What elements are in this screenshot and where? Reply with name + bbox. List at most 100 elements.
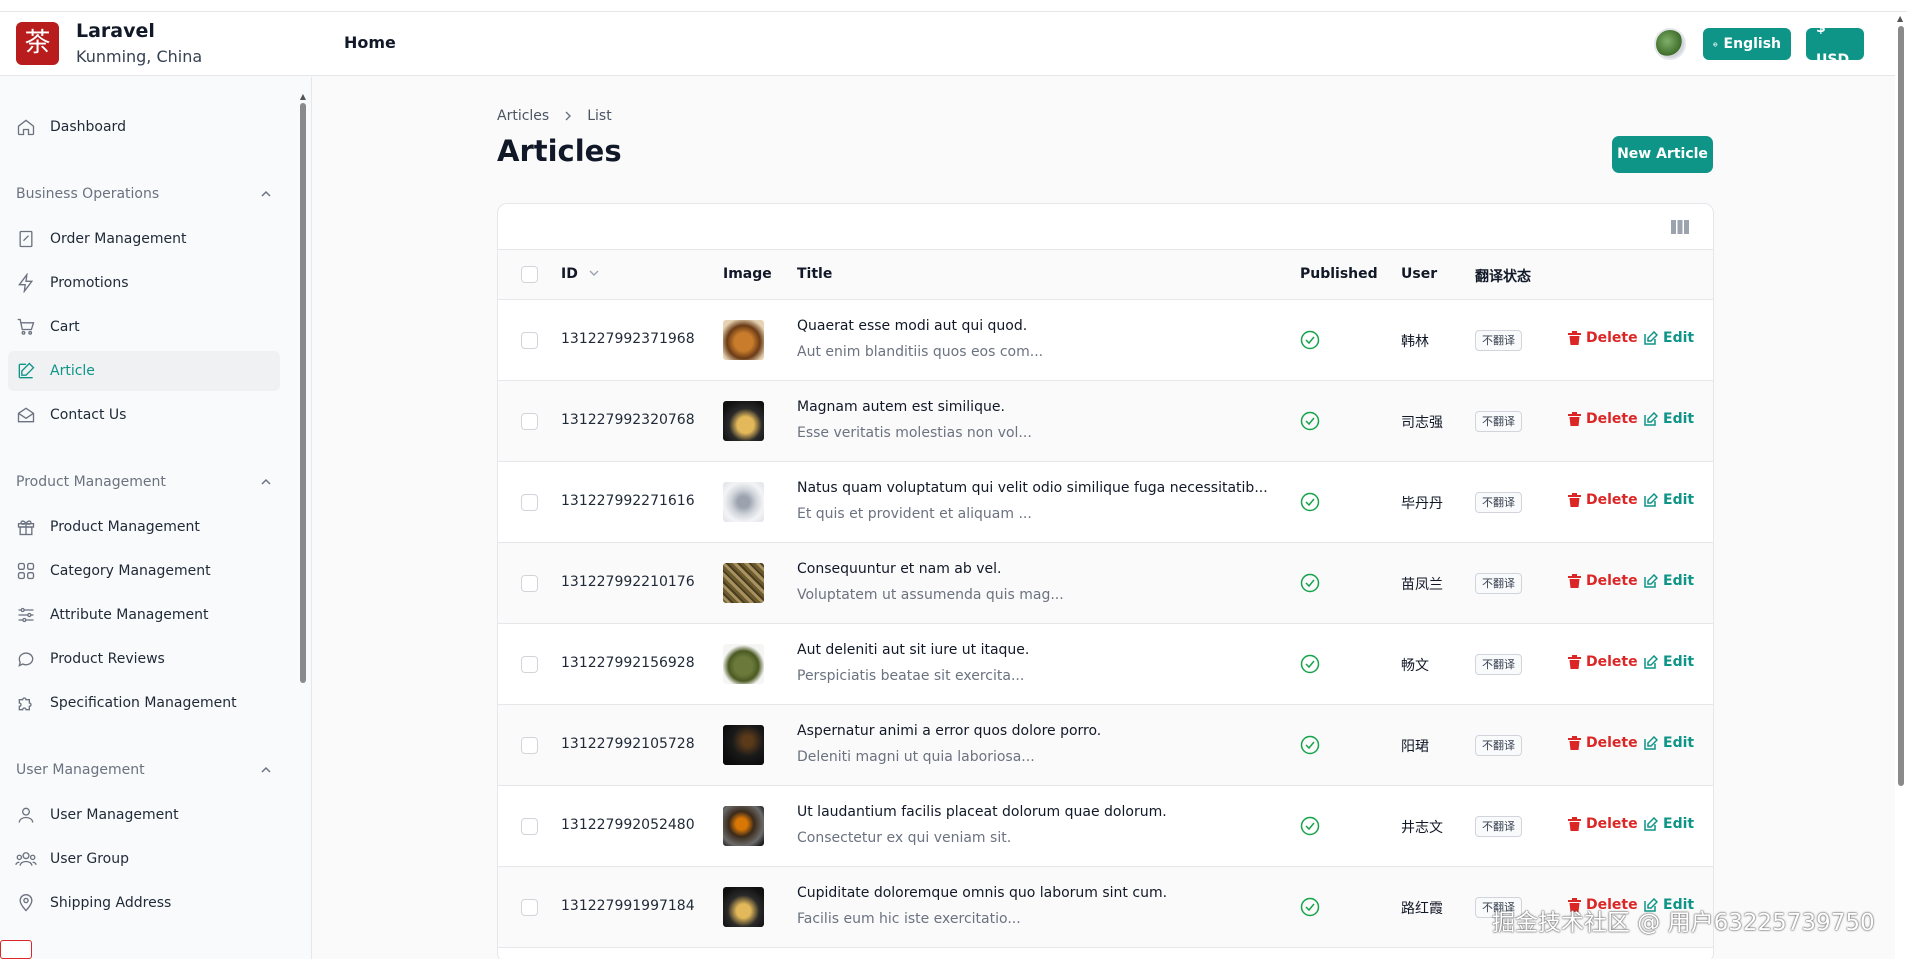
table-row[interactable]: 131227992052480 Ut laudantium facilis pl… xyxy=(498,786,1713,867)
edit-button[interactable]: Edit xyxy=(1644,816,1694,832)
edit-button[interactable]: Edit xyxy=(1644,573,1694,589)
cell-id: 131227992156928 xyxy=(561,655,695,671)
col-id[interactable]: ID xyxy=(561,266,599,282)
breadcrumb-articles[interactable]: Articles xyxy=(497,108,549,124)
edit-button[interactable]: Edit xyxy=(1644,330,1694,346)
sidebar-item-user-group[interactable]: User Group xyxy=(8,839,280,879)
table-row[interactable]: 131227992320768 Magnam autem est similiq… xyxy=(498,381,1713,462)
table-row[interactable]: 131227992105728 Aspernatur animi a error… xyxy=(498,705,1713,786)
cell-title: Quaerat esse modi aut qui quod. xyxy=(797,318,1028,334)
currency-button[interactable]: $ USD xyxy=(1806,20,1864,68)
chevron-up-icon xyxy=(261,190,271,197)
nav-home-link[interactable]: Home xyxy=(344,33,396,52)
sidebar-item-label: Cart xyxy=(50,319,80,335)
row-checkbox[interactable] xyxy=(521,899,538,916)
sidebar-section-business[interactable]: Business Operations xyxy=(16,186,272,202)
delete-button[interactable]: Delete xyxy=(1568,411,1638,427)
sidebar-item-cart[interactable]: Cart xyxy=(8,307,280,347)
sidebar-item-attribute-management[interactable]: Attribute Management xyxy=(8,595,280,635)
row-checkbox[interactable] xyxy=(521,332,538,349)
brand-name[interactable]: Laravel xyxy=(76,20,155,42)
sidebar-section-product[interactable]: Product Management xyxy=(16,474,272,490)
edit-button[interactable]: Edit xyxy=(1644,654,1694,670)
sidebar-scrollbar[interactable]: ▲ xyxy=(298,93,308,959)
table-toolbar xyxy=(498,204,1713,250)
scroll-up-arrow-icon[interactable]: ▲ xyxy=(298,93,308,101)
cell-excerpt: Consectetur ex qui veniam sit. xyxy=(797,830,1012,846)
translation-badge: 不翻译 xyxy=(1475,654,1522,675)
table-row[interactable]: 131227992210176 Consequuntur et nam ab v… xyxy=(498,543,1713,624)
sidebar-item-category-management[interactable]: Category Management xyxy=(8,551,280,591)
breadcrumb: Articles List xyxy=(497,108,612,124)
breadcrumb-list: List xyxy=(587,108,612,124)
delete-button[interactable]: Delete xyxy=(1568,573,1638,589)
delete-button[interactable]: Delete xyxy=(1568,816,1638,832)
row-checkbox[interactable] xyxy=(521,413,538,430)
delete-label: Delete xyxy=(1586,735,1638,751)
edit-label: Edit xyxy=(1663,573,1695,589)
table-row[interactable]: 131227992156928 Aut deleniti aut sit iur… xyxy=(498,624,1713,705)
sidebar-item-label: Category Management xyxy=(50,563,211,579)
article-thumbnail xyxy=(723,320,764,360)
sidebar: Dashboard Business Operations Order Mana… xyxy=(0,77,312,959)
cell-user: 阳珺 xyxy=(1401,739,1429,755)
sidebar-item-specification-management[interactable]: Specification Management xyxy=(8,683,280,723)
sidebar-item-label: User Management xyxy=(50,807,179,823)
scroll-up-arrow-icon[interactable]: ▲ xyxy=(1897,14,1903,23)
delete-button[interactable]: Delete xyxy=(1568,330,1638,346)
delete-button[interactable]: Delete xyxy=(1568,735,1638,751)
cell-user: 苗凤兰 xyxy=(1401,577,1443,593)
page-scrollbar[interactable]: ▲ xyxy=(1895,12,1907,959)
top-header: 茶 Laravel Kunming, China Home English $ … xyxy=(0,12,1907,76)
sidebar-item-label: Specification Management xyxy=(50,695,237,711)
sidebar-item-shipping-address[interactable]: Shipping Address xyxy=(8,883,280,923)
delete-label: Delete xyxy=(1586,492,1638,508)
delete-label: Delete xyxy=(1586,654,1638,670)
sidebar-scroll-thumb[interactable] xyxy=(300,103,306,683)
row-checkbox[interactable] xyxy=(521,818,538,835)
pencil-square-icon xyxy=(1644,574,1658,588)
edit-button[interactable]: Edit xyxy=(1644,411,1694,427)
page-scroll-thumb[interactable] xyxy=(1898,26,1904,786)
table-row[interactable]: 131227992271616 Natus quam voluptatum qu… xyxy=(498,462,1713,543)
check-circle-icon xyxy=(1300,654,1320,678)
sidebar-item-article[interactable]: Article xyxy=(8,351,280,391)
row-checkbox[interactable] xyxy=(521,656,538,673)
delete-button[interactable]: Delete xyxy=(1568,492,1638,508)
language-button[interactable]: English xyxy=(1703,28,1791,60)
table-row[interactable]: 131227992371968 Quaerat esse modi aut qu… xyxy=(498,300,1713,381)
sidebar-item-promotions[interactable]: Promotions xyxy=(8,263,280,303)
sidebar-item-product-reviews[interactable]: Product Reviews xyxy=(8,639,280,679)
cell-excerpt: Esse veritatis molestias non vol... xyxy=(797,425,1032,441)
trash-icon xyxy=(1568,655,1581,669)
article-thumbnail xyxy=(723,482,764,522)
delete-button[interactable]: Delete xyxy=(1568,654,1638,670)
check-circle-icon xyxy=(1300,573,1320,597)
select-all-checkbox[interactable] xyxy=(521,266,538,283)
edit-label: Edit xyxy=(1663,816,1695,832)
edit-button[interactable]: Edit xyxy=(1644,492,1694,508)
articles-table: ID Image Title Published User 翻译状态 13122… xyxy=(497,203,1714,959)
article-thumbnail xyxy=(723,401,764,441)
row-checkbox[interactable] xyxy=(521,494,538,511)
squares-icon xyxy=(8,561,44,581)
debug-toolbar-icon[interactable] xyxy=(0,940,32,959)
sidebar-item-dashboard[interactable]: Dashboard xyxy=(8,107,280,147)
page-title: Articles xyxy=(497,134,622,168)
sidebar-section-user[interactable]: User Management xyxy=(16,762,272,778)
sidebar-item-user-management[interactable]: User Management xyxy=(8,795,280,835)
edit-button[interactable]: Edit xyxy=(1644,735,1694,751)
columns-icon[interactable] xyxy=(1671,219,1689,238)
brand-logo[interactable]: 茶 xyxy=(16,22,59,65)
row-checkbox[interactable] xyxy=(521,737,538,754)
chevron-right-icon xyxy=(565,111,572,121)
cell-title: Natus quam voluptatum qui velit odio sim… xyxy=(797,480,1268,496)
new-article-button[interactable]: New Article xyxy=(1612,136,1713,173)
sidebar-item-order-management[interactable]: Order Management xyxy=(8,219,280,259)
sidebar-item-contact-us[interactable]: Contact Us xyxy=(8,395,280,435)
sidebar-item-label: Order Management xyxy=(50,231,187,247)
user-avatar[interactable] xyxy=(1654,28,1686,60)
row-checkbox[interactable] xyxy=(521,575,538,592)
sidebar-item-product-management[interactable]: Product Management xyxy=(8,507,280,547)
chat-bubble-icon xyxy=(8,649,44,669)
